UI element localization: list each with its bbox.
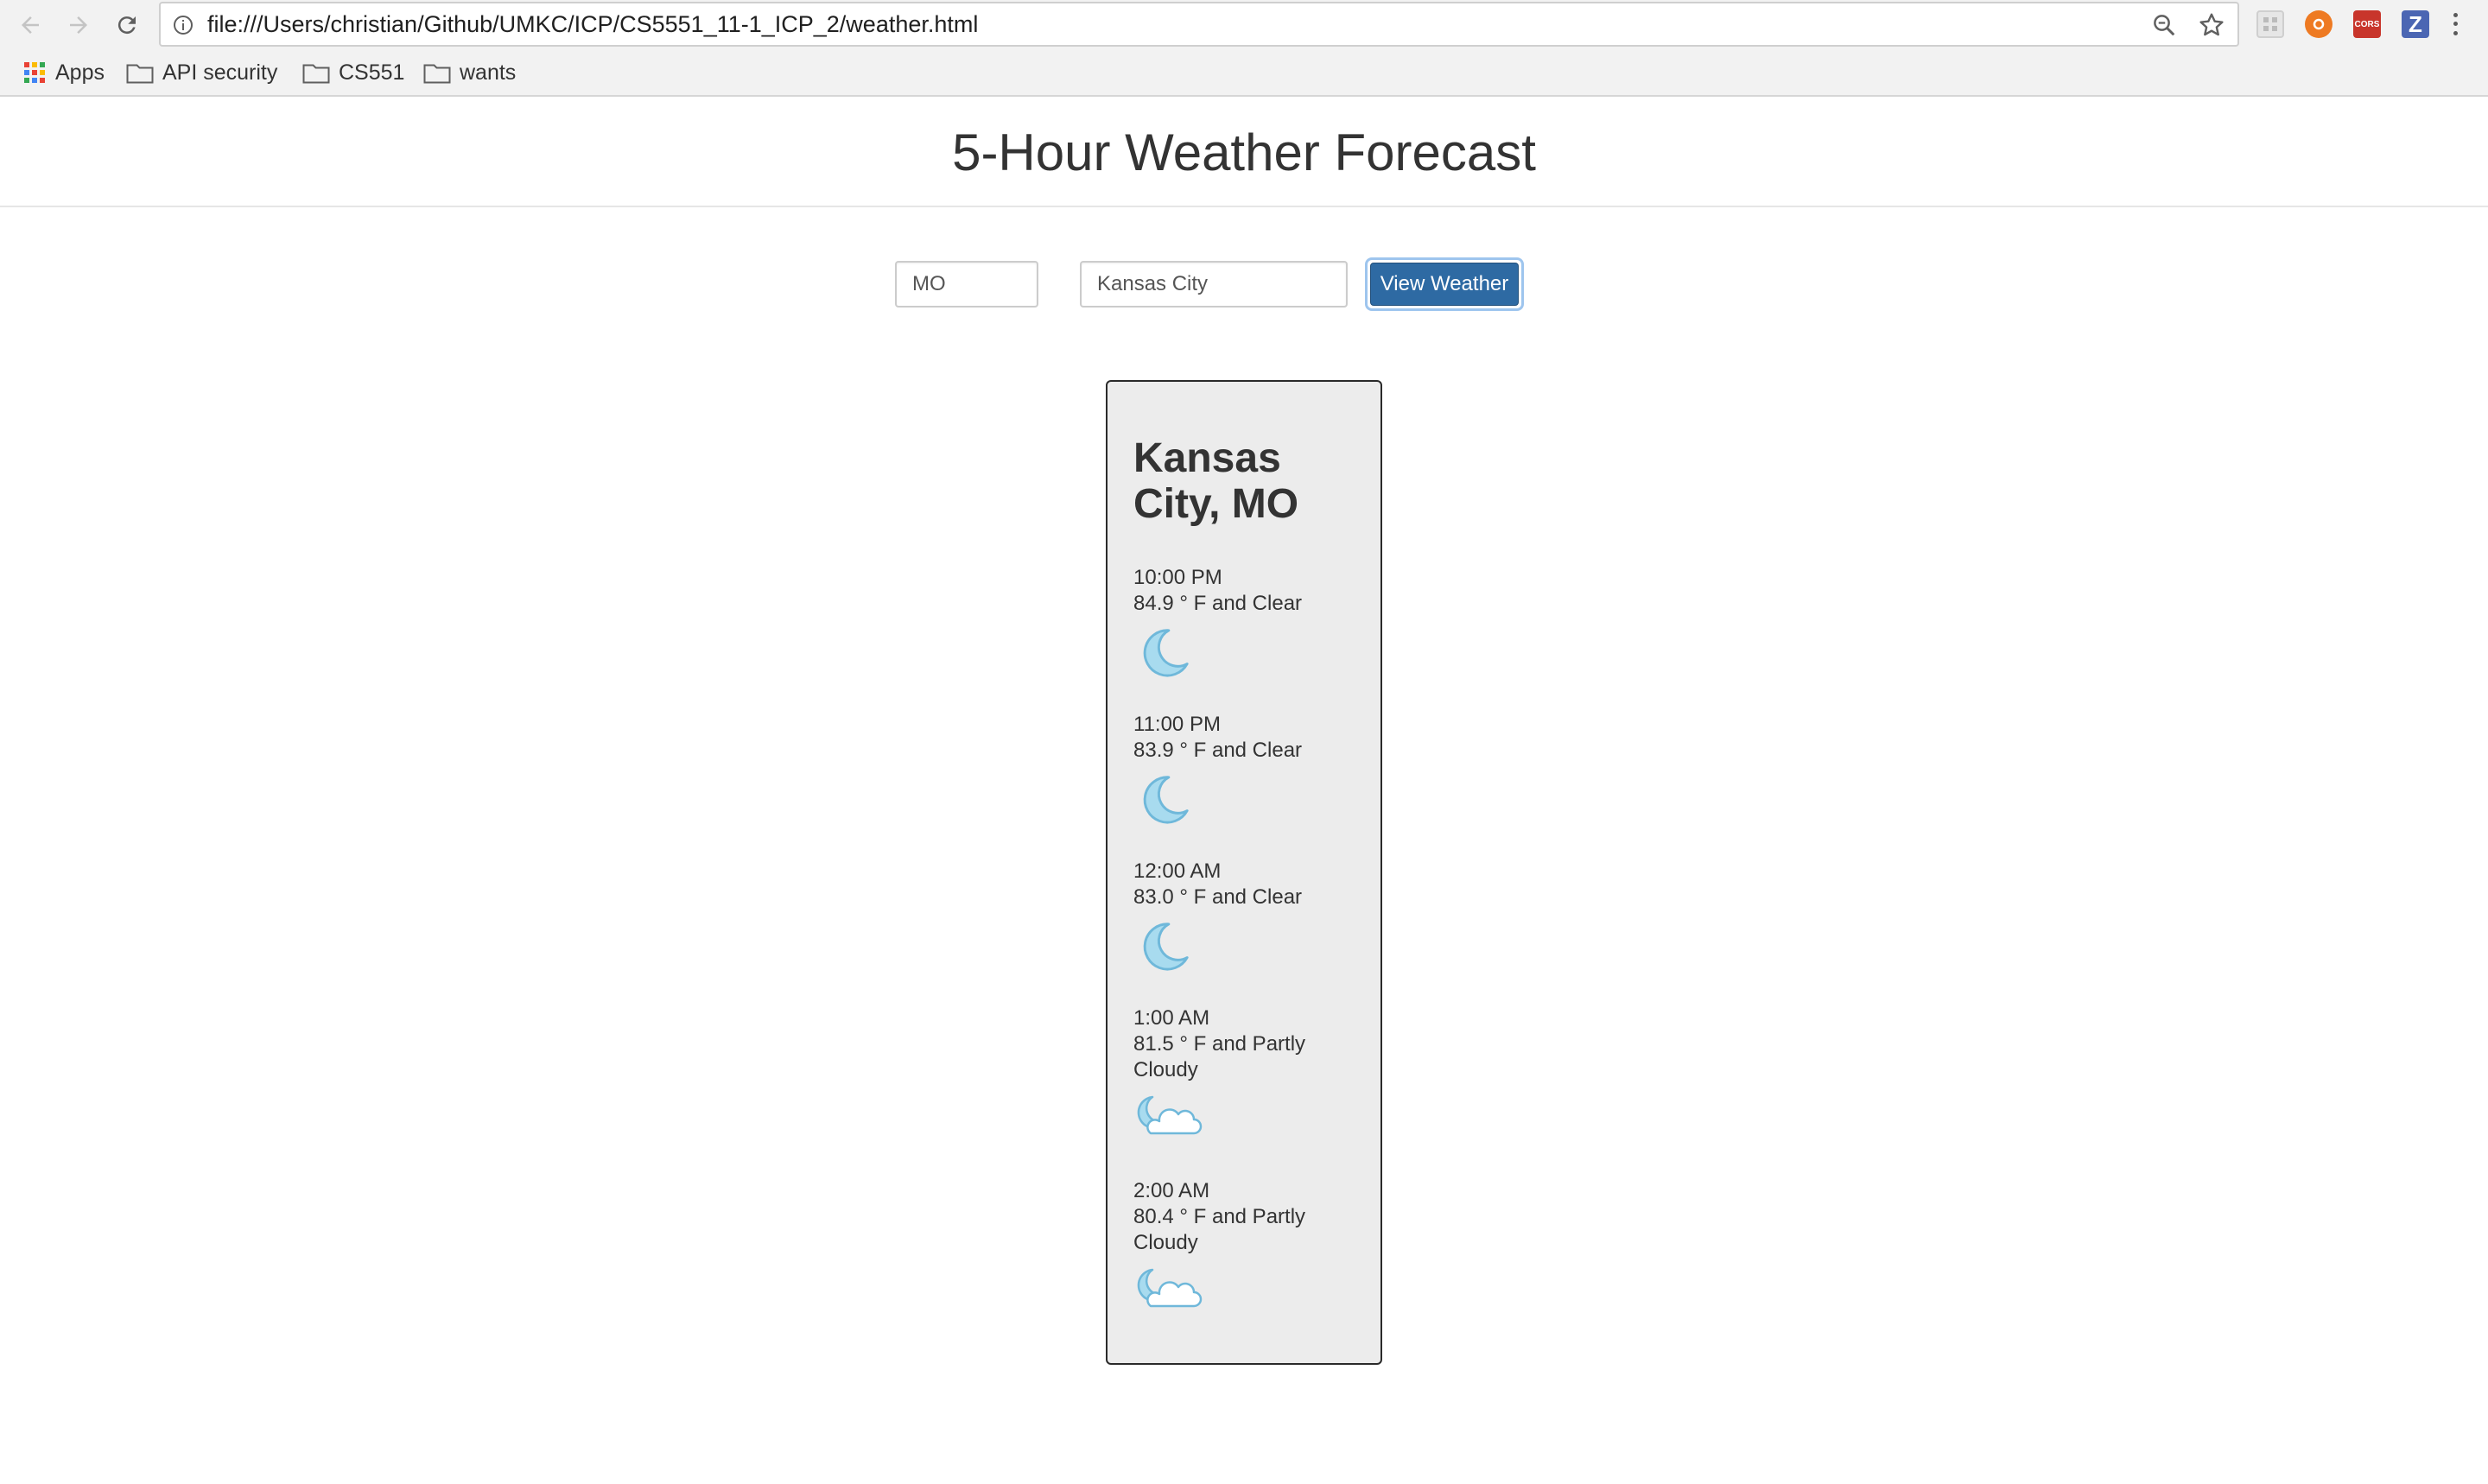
forecast-conditions: 83.0 ° F and Clear <box>1133 885 1303 909</box>
page-title: 5-Hour Weather Forecast <box>952 123 1536 181</box>
bookmark-wants[interactable]: wants <box>423 54 516 92</box>
forecast-hour: 2:00 AM 80.4 ° F and Partly Cloudy <box>1133 1178 1367 1256</box>
browser-toolbar: file:///Users/christian/Github/UMKC/ICP/… <box>0 0 2488 50</box>
star-icon[interactable] <box>2198 11 2225 39</box>
reload-button[interactable] <box>111 9 143 41</box>
city-input[interactable] <box>1080 261 1348 308</box>
forecast-time: 12:00 AM <box>1133 859 1222 883</box>
browser-chrome: file:///Users/christian/Github/UMKC/ICP/… <box>0 0 2488 97</box>
bookmark-api-security[interactable]: API security <box>126 54 277 92</box>
cors-extension-icon[interactable]: CORS <box>2353 10 2381 38</box>
forecast-conditions: 83.9 ° F and Clear <box>1133 739 1303 762</box>
vertical-dots-icon[interactable] <box>2447 10 2464 38</box>
orange-extension-icon[interactable] <box>2305 10 2332 38</box>
moon-icon <box>1143 776 1189 824</box>
forecast-conditions: 84.9 ° F and Clear <box>1133 592 1303 615</box>
magnifier-icon[interactable] <box>2151 12 2177 38</box>
moon-icon <box>1143 923 1189 971</box>
forecast-time: 2:00 AM <box>1133 1179 1210 1202</box>
forecast-location: Kansas City, MO <box>1133 435 1299 527</box>
address-bar[interactable]: file:///Users/christian/Github/UMKC/ICP/… <box>159 2 2239 47</box>
arrow-left-icon <box>22 16 39 34</box>
forecast-card: Kansas City, MO 10:00 PM 84.9 ° F and Cl… <box>1106 380 1382 1365</box>
view-weather-button[interactable]: View Weather <box>1365 257 1524 311</box>
bookmark-cs551[interactable]: CS551 <box>302 54 404 92</box>
forecast-time: 1:00 AM <box>1133 1006 1210 1030</box>
forward-button[interactable] <box>62 9 95 41</box>
info-icon[interactable] <box>173 15 194 35</box>
moon-icon <box>1143 629 1189 677</box>
forecast-time: 10:00 PM <box>1133 566 1222 589</box>
apps-grid-icon <box>24 62 45 83</box>
view-weather-label: View Weather <box>1370 263 1519 306</box>
bookmarks-bar: Apps API security CS551 wants <box>0 54 2488 92</box>
url-text[interactable]: file:///Users/christian/Github/UMKC/ICP/… <box>207 3 978 45</box>
state-input[interactable] <box>895 261 1038 308</box>
forecast-hour: 1:00 AM 81.5 ° F and Partly Cloudy <box>1133 1005 1367 1083</box>
z-extension-icon[interactable]: Z <box>2402 10 2429 38</box>
moon-cloud-icon <box>1137 1268 1203 1308</box>
back-button[interactable] <box>14 9 47 41</box>
folder-icon <box>126 64 154 84</box>
folder-icon <box>423 64 451 84</box>
bookmark-apps[interactable]: Apps <box>22 54 105 92</box>
forecast-hour: 11:00 PM 83.9 ° F and Clear <box>1133 712 1367 764</box>
forecast-conditions: 81.5 ° F and Partly Cloudy <box>1133 1032 1306 1081</box>
forecast-time: 11:00 PM <box>1133 713 1221 736</box>
forecast-hour: 10:00 PM 84.9 ° F and Clear <box>1133 565 1367 617</box>
forecast-hour: 12:00 AM 83.0 ° F and Clear <box>1133 859 1367 910</box>
reload-icon <box>117 16 136 35</box>
moon-cloud-icon <box>1137 1095 1203 1135</box>
arrow-right-icon <box>70 16 87 34</box>
forecast-conditions: 80.4 ° F and Partly Cloudy <box>1133 1205 1306 1254</box>
page-header: 5-Hour Weather Forecast <box>0 98 2488 207</box>
grid-extension-icon[interactable] <box>2256 10 2284 38</box>
folder-icon <box>302 64 330 84</box>
